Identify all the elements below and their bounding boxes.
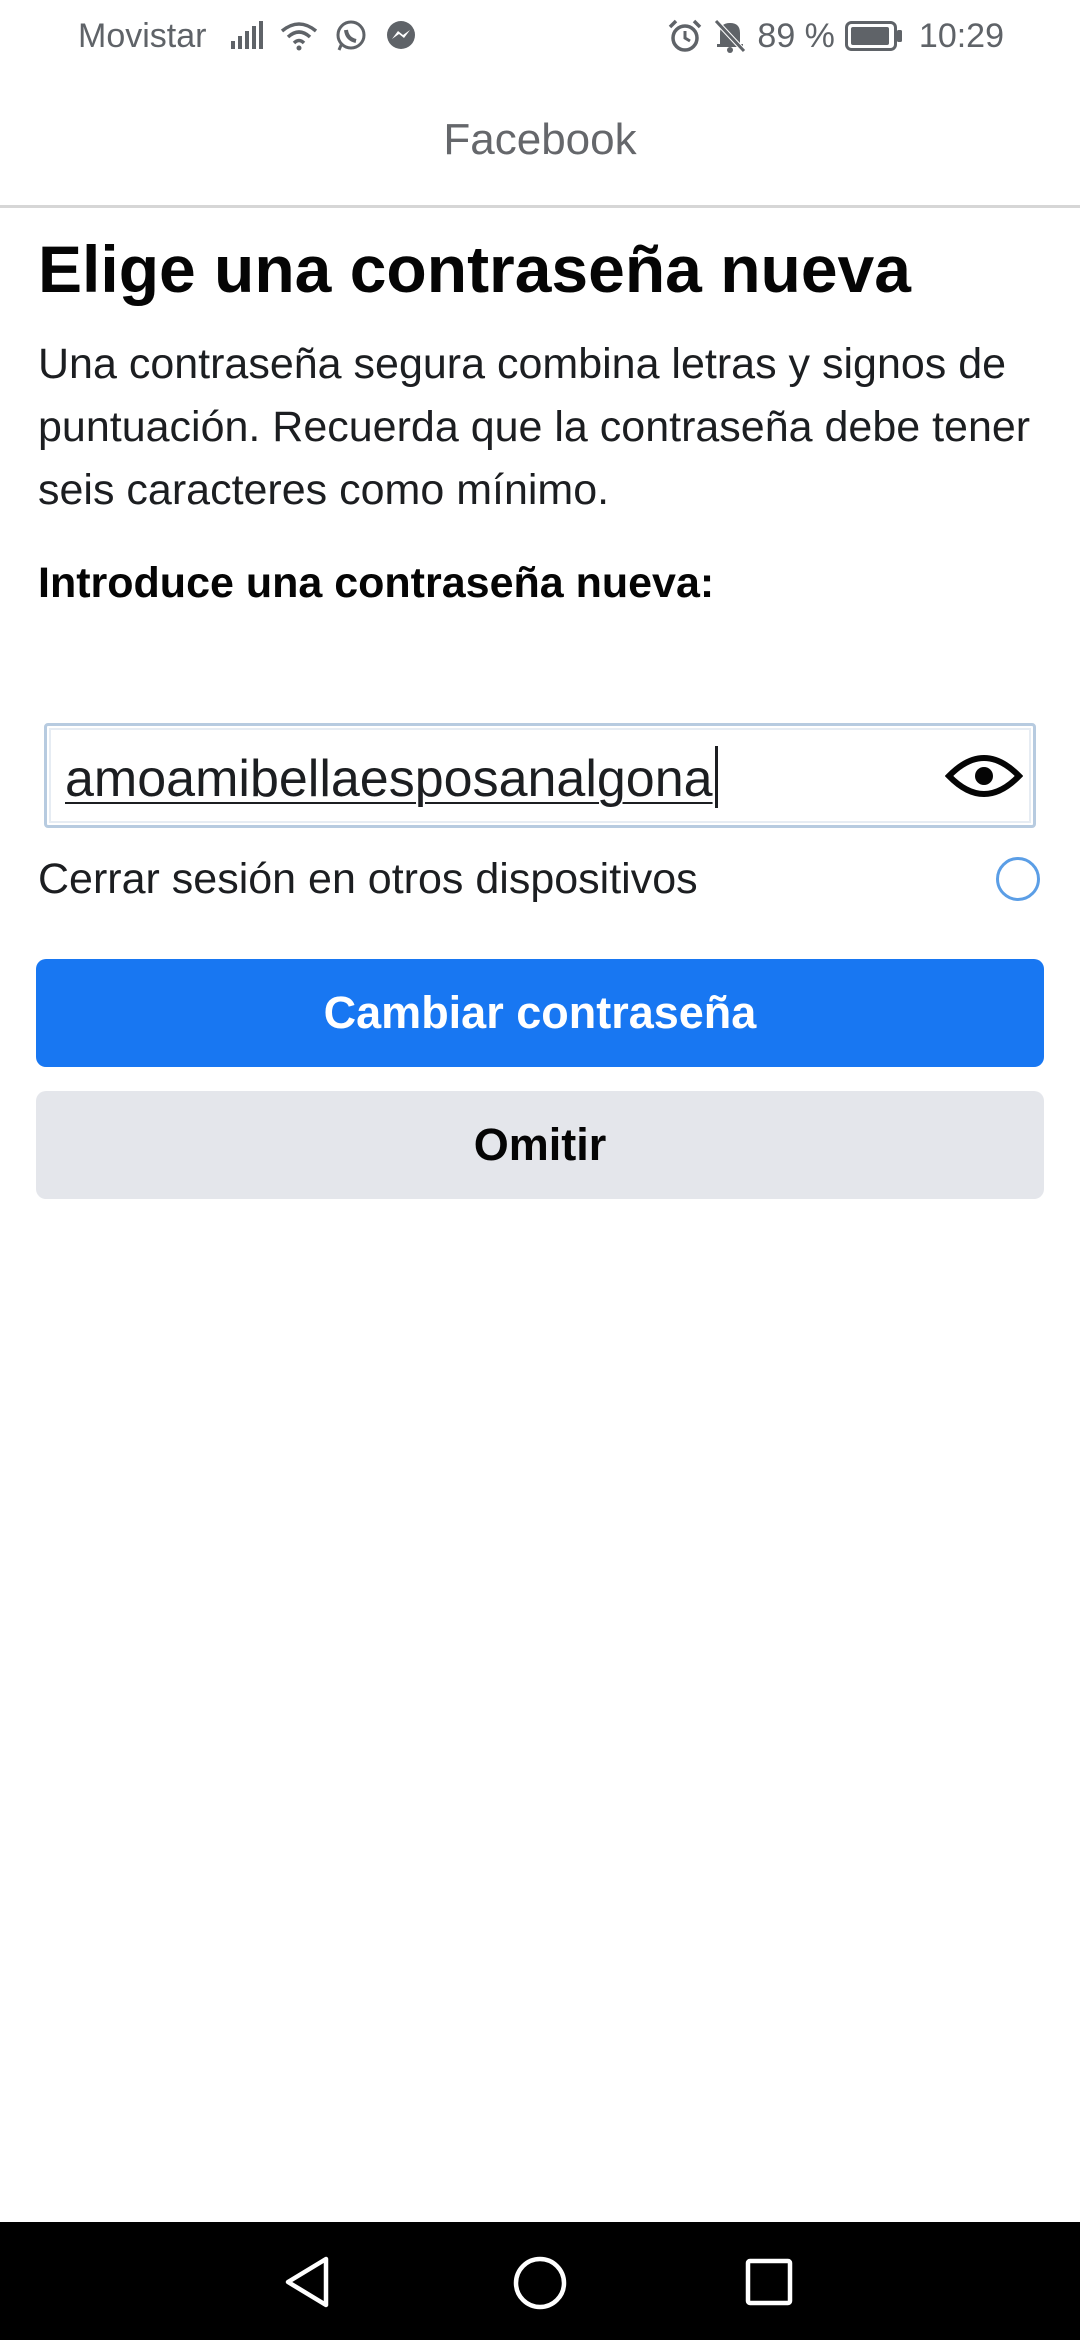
back-icon[interactable] <box>282 2255 334 2309</box>
password-field-label: Introduce una contraseña nueva: <box>38 558 715 607</box>
skip-label: Omitir <box>473 1119 607 1170</box>
whatsapp-icon <box>334 19 368 53</box>
messenger-icon <box>384 19 418 53</box>
skip-button[interactable]: Omitir <box>36 1091 1044 1199</box>
carrier-name: Movistar <box>78 17 207 55</box>
eye-icon[interactable] <box>944 748 1024 804</box>
change-password-label: Cambiar contraseña <box>323 987 757 1038</box>
password-value: amoamibellaesposanalgona <box>65 750 713 808</box>
home-icon[interactable] <box>512 2255 568 2311</box>
status-bar: Movistar 89 % 10:29 <box>0 0 1080 74</box>
system-nav-bar <box>0 2222 1080 2340</box>
alarm-icon <box>667 18 703 54</box>
header-title: Facebook <box>443 114 637 164</box>
app-header: Facebook <box>0 74 1080 208</box>
clock: 10:29 <box>918 17 1004 55</box>
bell-off-icon <box>713 18 747 54</box>
description-text: Una contraseña segura combina letras y s… <box>38 339 1031 514</box>
page-title: Elige una contraseña nueva <box>38 232 911 306</box>
battery-percent: 89 % <box>757 17 835 55</box>
logout-other-devices-label: Cerrar sesión en otros dispositivos <box>38 854 698 903</box>
battery-icon <box>844 21 903 51</box>
signal-icon <box>230 21 264 51</box>
recents-icon[interactable] <box>744 2255 794 2309</box>
main-content: Elige una contraseña nueva Una contraseñ… <box>38 210 1044 609</box>
change-password-button[interactable]: Cambiar contraseña <box>36 959 1044 1067</box>
text-caret <box>714 746 718 808</box>
password-input[interactable]: amoamibellaesposanalgona <box>65 746 718 809</box>
wifi-icon <box>280 21 318 51</box>
new-password-field[interactable]: amoamibellaesposanalgona <box>44 723 1036 828</box>
logout-other-devices-row[interactable]: Cerrar sesión en otros dispositivos <box>38 848 1042 910</box>
logout-other-devices-radio[interactable] <box>996 857 1040 901</box>
